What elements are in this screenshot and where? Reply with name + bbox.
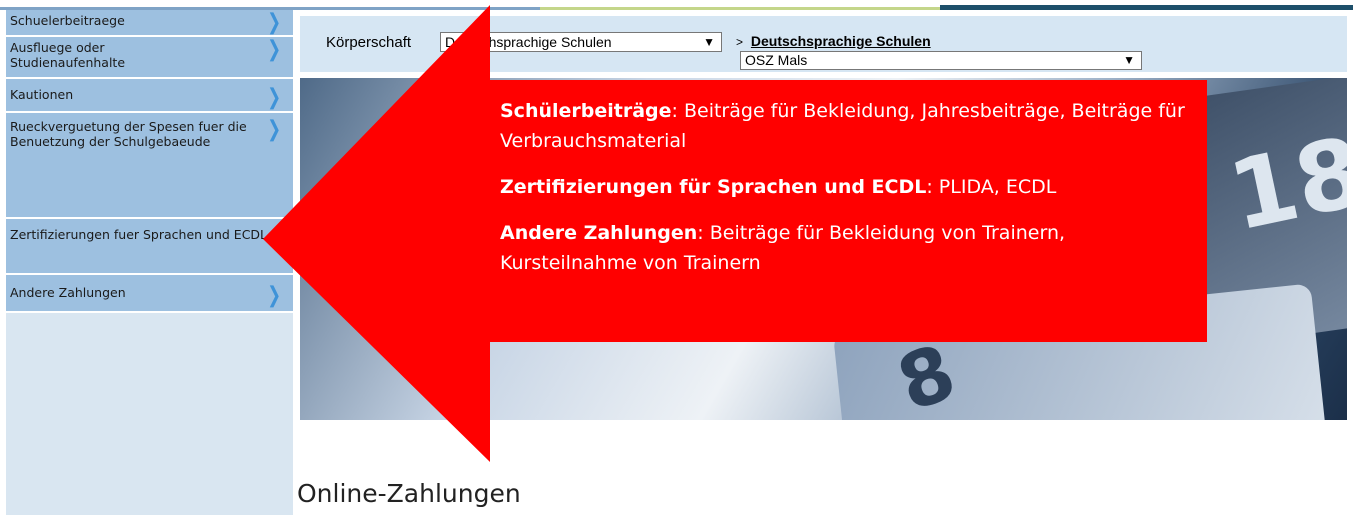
page-title: Online-Zahlungen [297, 478, 521, 508]
strip-segment-dark [940, 5, 1353, 10]
strip-segment-green [540, 7, 940, 10]
sidebar-item-andere-zahlungen[interactable]: Andere Zahlungen ❯ [6, 275, 293, 313]
sidebar-item-label: Andere Zahlungen [10, 285, 126, 300]
chevron-right-icon: ❯ [266, 85, 281, 110]
chevron-right-icon: ❯ [266, 37, 281, 62]
callout-item: Andere Zahlungen: Beiträge für Bekleidun… [500, 218, 1207, 278]
sidebar-item-schuelerbeitraege[interactable]: Schuelerbeitraege ❯ [6, 10, 293, 37]
chevron-right-icon: ❯ [266, 10, 281, 35]
sidebar-item-rueckverguetung[interactable]: Rueckverguetung der Spesen fuer die Benu… [6, 113, 293, 219]
callout-item: Zertifizierungen für Sprachen und ECDL: … [500, 172, 1207, 202]
callout-term: Andere Zahlungen [500, 222, 698, 244]
sidebar-item-label: Kautionen [10, 87, 74, 102]
sidebar-item-label: Zertifizierungen fuer Sprachen und ECDL [10, 227, 268, 242]
breadcrumb-separator: > [736, 35, 744, 49]
breadcrumb: > Deutschsprachige Schulen [736, 33, 931, 49]
header-bar: Körperschaft Deutschsprachige Schulen ▼ … [300, 16, 1347, 72]
callout-text: : PLIDA, ECDL [926, 176, 1057, 198]
top-decorative-strip [0, 0, 1353, 10]
sidebar-item-label: Schuelerbeitraege [10, 13, 125, 28]
breadcrumb-link[interactable]: Deutschsprachige Schulen [751, 33, 931, 49]
chevron-down-icon: ▼ [703, 35, 715, 49]
sidebar-item-ausfluege[interactable]: Ausfluege oder Studienaufenhalte ❯ [6, 37, 293, 79]
sidebar-item-label: Ausfluege oder Studienaufenhalte [10, 40, 126, 70]
koerperschaft-select[interactable]: Deutschsprachige Schulen ▼ [440, 32, 722, 52]
sidebar-item-kautionen[interactable]: Kautionen ❯ [6, 79, 293, 113]
callout-term: Schülerbeiträge [500, 100, 672, 122]
koerperschaft-label: Körperschaft [326, 34, 412, 51]
school-select[interactable]: OSZ Mals ▼ [740, 51, 1142, 70]
sidebar-item-label: Rueckverguetung der Spesen fuer die Benu… [10, 119, 247, 149]
callout-item: Schülerbeiträge: Beiträge für Bekleidung… [500, 96, 1207, 156]
koerperschaft-selected-value: Deutschsprachige Schulen [445, 34, 612, 50]
callout-term: Zertifizierungen für Sprachen und ECDL [500, 176, 927, 198]
sidebar-item-zertifizierungen[interactable]: Zertifizierungen fuer Sprachen und ECDL [6, 219, 293, 275]
annotation-callout: Schülerbeiträge: Beiträge für Bekleidung… [500, 80, 1207, 342]
sidebar-nav: Schuelerbeitraege ❯ Ausfluege oder Studi… [6, 10, 293, 515]
chevron-down-icon: ▼ [1123, 53, 1135, 67]
school-selected-value: OSZ Mals [745, 52, 808, 68]
chevron-right-icon: ❯ [266, 117, 281, 142]
chevron-right-icon: ❯ [266, 283, 281, 308]
